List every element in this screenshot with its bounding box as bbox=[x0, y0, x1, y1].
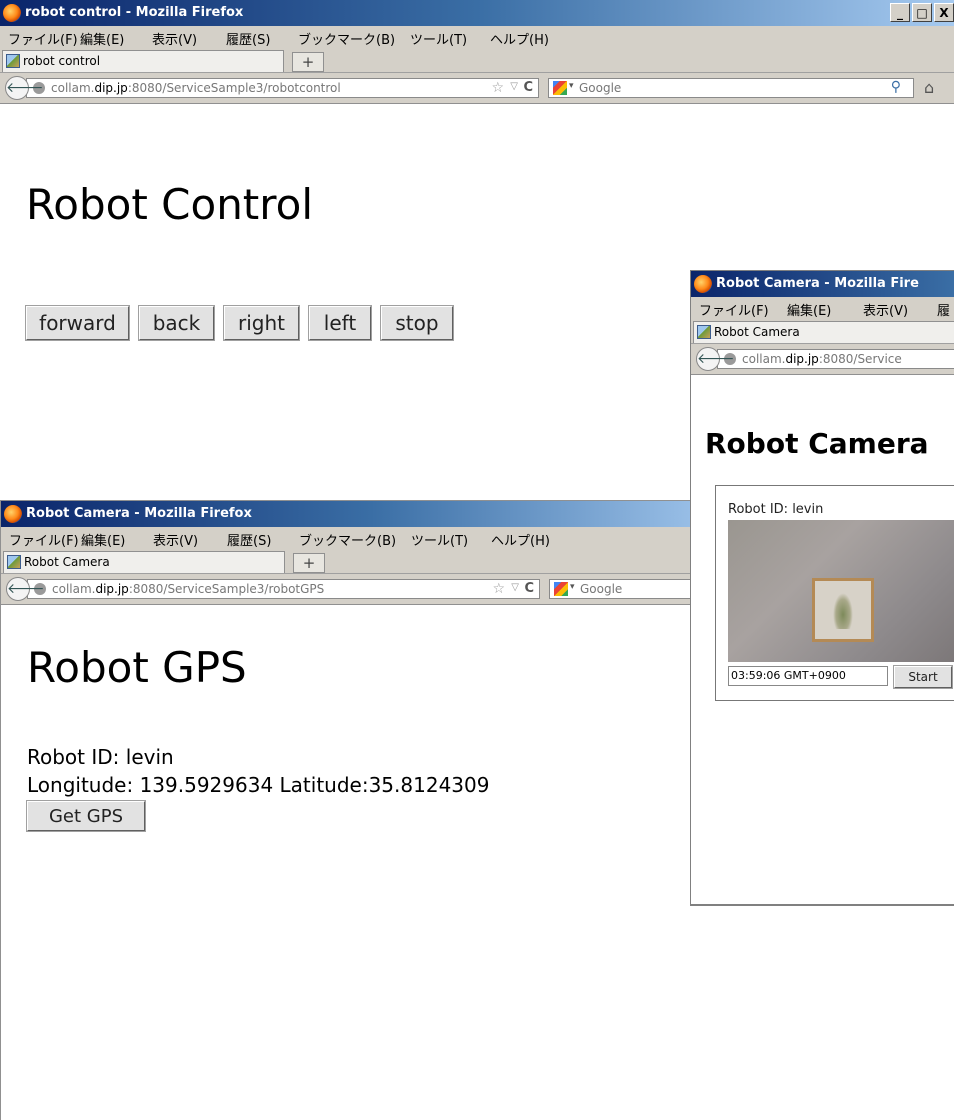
url-dropdown-icon[interactable]: ▽ bbox=[510, 81, 518, 92]
tabbar: Robot Camera bbox=[691, 319, 954, 344]
search-engine-dropdown-icon[interactable]: ▾ bbox=[570, 582, 575, 592]
home-icon[interactable]: ⌂ bbox=[924, 78, 934, 97]
back-control-button[interactable]: back bbox=[139, 306, 214, 340]
search-box[interactable]: ▾ Google ⚲ bbox=[548, 78, 914, 98]
robot-id-text: Robot ID: levin bbox=[27, 745, 174, 769]
plant-picture bbox=[833, 593, 853, 629]
start-button[interactable]: Start bbox=[894, 666, 952, 688]
timestamp-field[interactable]: 03:59:06 GMT+0900 bbox=[728, 666, 888, 686]
menu-tools[interactable]: ツール(T) bbox=[411, 530, 468, 549]
picture-frame bbox=[812, 578, 874, 642]
tabbar: Robot Camera + bbox=[1, 549, 741, 574]
tab-robot-camera[interactable]: Robot Camera bbox=[693, 321, 954, 343]
menu-history[interactable]: 履歴(S) bbox=[227, 530, 271, 549]
firefox-logo-icon bbox=[4, 505, 22, 523]
maximize-button[interactable]: □ bbox=[912, 3, 932, 22]
back-button[interactable]: 🡐 bbox=[6, 577, 45, 601]
minimize-button[interactable]: _ bbox=[890, 3, 910, 22]
firefox-logo-icon bbox=[694, 275, 712, 293]
google-icon bbox=[554, 582, 568, 596]
bookmark-star-icon[interactable]: ☆ bbox=[491, 80, 504, 96]
camera-panel: Robot ID: levin 03:59:06 GMT+0900 Start bbox=[715, 485, 954, 701]
close-button[interactable]: X bbox=[934, 3, 954, 22]
menu-bookmarks[interactable]: ブックマーク(B) bbox=[299, 530, 396, 549]
menu-view[interactable]: 表示(V) bbox=[153, 530, 198, 549]
menubar: ファイル(F) 編集(E) 表示(V) 履 bbox=[691, 297, 954, 319]
menu-bookmarks[interactable]: ブックマーク(B) bbox=[298, 29, 395, 48]
bookmark-star-icon[interactable]: ☆ bbox=[492, 581, 505, 597]
navigation-toolbar: collam.dip.jp:8080/ServiceSample3/robotG… bbox=[1, 574, 741, 605]
page-favicon-icon bbox=[697, 325, 711, 339]
page-title: Robot Control bbox=[26, 180, 313, 229]
gps-titlebar: Robot Camera - Mozilla Firefox bbox=[1, 501, 741, 527]
google-icon bbox=[553, 81, 567, 95]
gps-window: Robot Camera - Mozilla Firefox ファイル(F) 編… bbox=[0, 500, 741, 1120]
navigation-toolbar: collam.dip.jp:8080/ServiceSample3/robotc… bbox=[0, 73, 954, 104]
new-tab-button[interactable]: + bbox=[293, 553, 325, 573]
forward-button[interactable]: forward bbox=[26, 306, 129, 340]
url-bar[interactable]: collam.dip.jp:8080/Service bbox=[717, 349, 954, 369]
camera-page-content: Robot Camera Robot ID: levin 03:59:06 GM… bbox=[691, 375, 954, 904]
navigation-toolbar: collam.dip.jp:8080/Service 🡐 bbox=[691, 344, 954, 375]
camera-feed-image bbox=[728, 520, 954, 662]
menu-file[interactable]: ファイル(F) bbox=[699, 300, 769, 319]
url-text: collam.dip.jp:8080/ServiceSample3/robotG… bbox=[52, 582, 325, 596]
menu-tools[interactable]: ツール(T) bbox=[410, 29, 467, 48]
url-dropdown-icon[interactable]: ▽ bbox=[511, 582, 519, 593]
firefox-logo-icon bbox=[3, 4, 21, 22]
page-title: Robot Camera bbox=[705, 427, 929, 460]
stop-button[interactable]: stop bbox=[381, 306, 453, 340]
right-button[interactable]: right bbox=[224, 306, 299, 340]
back-button[interactable]: 🡐 bbox=[5, 76, 44, 100]
menu-view[interactable]: 表示(V) bbox=[863, 300, 908, 319]
tab-label: Robot Camera bbox=[24, 555, 110, 569]
camera-window: Robot Camera - Mozilla Fire ファイル(F) 編集(E… bbox=[690, 270, 954, 906]
menu-edit[interactable]: 編集(E) bbox=[81, 530, 125, 549]
window-title: robot control - Mozilla Firefox bbox=[25, 5, 244, 20]
tab-robot-control[interactable]: robot control bbox=[2, 50, 284, 72]
menu-history[interactable]: 履歴(S) bbox=[226, 29, 270, 48]
menu-file[interactable]: ファイル(F) bbox=[8, 29, 78, 48]
menubar: ファイル(F) 編集(E) 表示(V) 履歴(S) ブックマーク(B) ツール(… bbox=[0, 26, 954, 48]
menu-help[interactable]: ヘルプ(H) bbox=[490, 29, 549, 48]
search-icon[interactable]: ⚲ bbox=[891, 79, 901, 95]
window-title: Robot Camera - Mozilla Fire bbox=[716, 276, 919, 291]
menubar: ファイル(F) 編集(E) 表示(V) 履歴(S) ブックマーク(B) ツール(… bbox=[1, 527, 741, 549]
page-favicon-icon bbox=[6, 54, 20, 68]
tabbar: robot control + bbox=[0, 48, 954, 73]
camera-robot-id: Robot ID: levin bbox=[728, 502, 824, 517]
control-buttons: forward back right left stop bbox=[26, 306, 526, 342]
tab-label: Robot Camera bbox=[714, 325, 800, 339]
menu-history[interactable]: 履 bbox=[937, 300, 950, 319]
search-placeholder: Google bbox=[580, 582, 623, 596]
new-tab-button[interactable]: + bbox=[292, 52, 324, 72]
url-text: collam.dip.jp:8080/Service bbox=[742, 352, 902, 366]
url-bar[interactable]: collam.dip.jp:8080/ServiceSample3/robotc… bbox=[26, 78, 539, 98]
gps-coordinates-text: Longitude: 139.5929634 Latitude:35.81243… bbox=[27, 773, 490, 797]
menu-file[interactable]: ファイル(F) bbox=[9, 530, 79, 549]
back-button[interactable]: 🡐 bbox=[696, 347, 735, 371]
menu-view[interactable]: 表示(V) bbox=[152, 29, 197, 48]
reload-icon[interactable]: C bbox=[523, 80, 533, 95]
gps-page-content: Robot GPS Robot ID: levin Longitude: 139… bbox=[1, 605, 741, 1120]
get-gps-button[interactable]: Get GPS bbox=[27, 801, 145, 831]
camera-titlebar: Robot Camera - Mozilla Fire bbox=[691, 271, 954, 297]
menu-help[interactable]: ヘルプ(H) bbox=[491, 530, 550, 549]
tab-robot-camera[interactable]: Robot Camera bbox=[3, 551, 285, 573]
page-favicon-icon bbox=[7, 555, 21, 569]
left-button[interactable]: left bbox=[309, 306, 371, 340]
page-title: Robot GPS bbox=[27, 643, 247, 692]
tab-label: robot control bbox=[23, 54, 101, 68]
reload-icon[interactable]: C bbox=[524, 581, 534, 596]
search-placeholder: Google bbox=[579, 81, 622, 95]
search-engine-dropdown-icon[interactable]: ▾ bbox=[569, 81, 574, 91]
menu-edit[interactable]: 編集(E) bbox=[80, 29, 124, 48]
url-text: collam.dip.jp:8080/ServiceSample3/robotc… bbox=[51, 81, 341, 95]
window-controls: _ □ X bbox=[890, 3, 954, 22]
window-title: Robot Camera - Mozilla Firefox bbox=[26, 506, 252, 521]
control-titlebar: robot control - Mozilla Firefox _ □ X bbox=[0, 0, 954, 26]
menu-edit[interactable]: 編集(E) bbox=[787, 300, 831, 319]
url-bar[interactable]: collam.dip.jp:8080/ServiceSample3/robotG… bbox=[27, 579, 540, 599]
